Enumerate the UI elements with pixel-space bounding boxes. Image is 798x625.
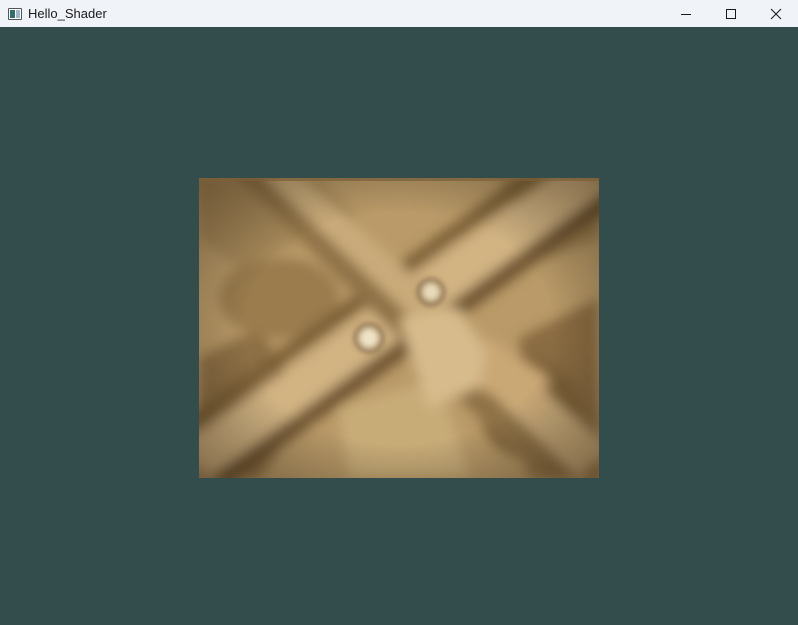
render-viewport	[0, 27, 798, 625]
close-button[interactable]	[753, 0, 798, 27]
maximize-button[interactable]	[708, 0, 753, 27]
textured-quad	[199, 178, 599, 478]
window-title: Hello_Shader	[28, 6, 107, 21]
wooden-crate-texture	[199, 178, 599, 478]
app-window-icon[interactable]	[8, 7, 22, 20]
window-controls	[663, 0, 798, 27]
title-bar[interactable]: Hello_Shader	[0, 0, 798, 27]
minimize-button[interactable]	[663, 0, 708, 27]
minimize-icon	[680, 13, 691, 15]
maximize-icon	[725, 8, 736, 19]
application-window: Hello_Shader	[0, 0, 798, 625]
close-icon	[770, 8, 781, 19]
